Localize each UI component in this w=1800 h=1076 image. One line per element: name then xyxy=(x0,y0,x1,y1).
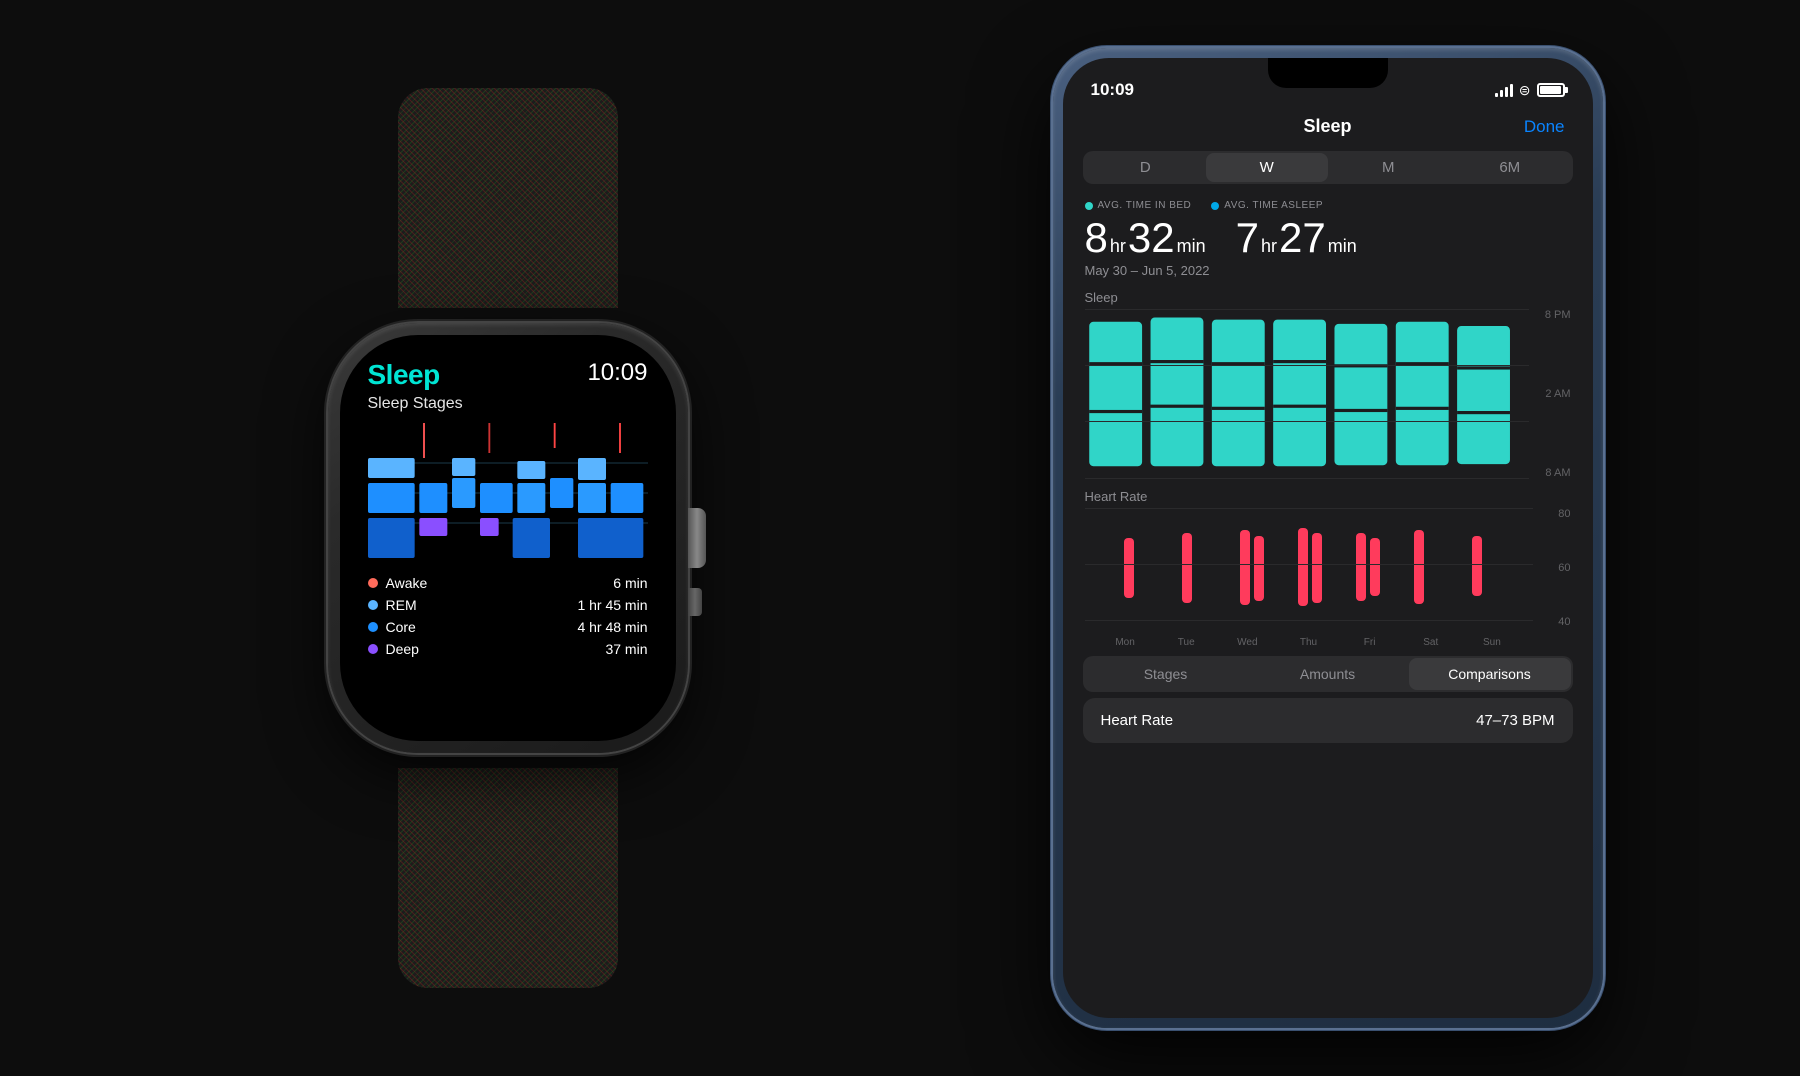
date-range: May 30 – Jun 5, 2022 xyxy=(1085,263,1571,278)
period-btn-6m[interactable]: 6M xyxy=(1449,153,1571,182)
in-bed-value: 8 hr 32 min xyxy=(1085,217,1206,259)
watch-sleep-chart xyxy=(368,423,648,563)
core-dot xyxy=(368,622,378,632)
sleep-chart-section: Sleep xyxy=(1063,286,1593,479)
asleep-hours: 7 xyxy=(1236,217,1259,259)
legend-rem: REM 1 hr 45 min xyxy=(368,597,648,613)
signal-bar-1 xyxy=(1495,93,1498,97)
asleep-dot xyxy=(1211,202,1219,210)
watch-time: 10:09 xyxy=(587,359,647,387)
hr-day-sat: Sat xyxy=(1400,637,1461,648)
heart-rate-chart-label: Heart Rate xyxy=(1085,489,1571,504)
phone-container: 10:09 ⊜ xyxy=(1053,48,1603,1028)
sleep-y-label-1: 8 PM xyxy=(1535,309,1571,321)
status-time: 10:09 xyxy=(1091,80,1134,100)
in-bed-indicator: AVG. TIME IN BED xyxy=(1085,200,1192,211)
asleep-label: AVG. TIME ASLEEP xyxy=(1224,200,1323,211)
watch-body: Sleep 10:09 Sleep Stages xyxy=(328,323,688,753)
legend-awake: Awake 6 min xyxy=(368,575,648,591)
done-button[interactable]: Done xyxy=(1524,117,1565,137)
sleep-y-label-2: 2 AM xyxy=(1535,388,1571,400)
asleep-indicator: AVG. TIME ASLEEP xyxy=(1211,200,1323,211)
in-bed-label: AVG. TIME IN BED xyxy=(1098,200,1192,211)
watch-band-bottom xyxy=(398,768,618,988)
signal-bar-2 xyxy=(1500,90,1503,97)
stats-row: 8 hr 32 min 7 hr 27 min xyxy=(1085,217,1571,259)
sleep-chart xyxy=(1085,309,1529,479)
heart-rate-card: Heart Rate 47–73 BPM xyxy=(1083,698,1573,743)
signal-bars-icon xyxy=(1495,83,1513,97)
awake-value: 6 min xyxy=(613,575,647,591)
watch-screen: Sleep 10:09 Sleep Stages xyxy=(340,335,676,741)
battery-icon xyxy=(1537,83,1565,97)
rem-dot xyxy=(368,600,378,610)
asleep-value: 7 hr 27 min xyxy=(1236,217,1357,259)
watch-legend: Awake 6 min REM 1 hr 45 min xyxy=(368,575,648,657)
core-value: 4 hr 48 min xyxy=(577,619,647,635)
card-title: Heart Rate xyxy=(1101,712,1174,729)
sleep-chart-label: Sleep xyxy=(1085,290,1571,305)
battery-fill xyxy=(1540,86,1562,94)
rem-label: REM xyxy=(386,597,417,613)
scene: Sleep 10:09 Sleep Stages xyxy=(0,0,1800,1076)
hr-day-fri: Fri xyxy=(1339,637,1400,648)
bottom-tabs: Stages Amounts Comparisons xyxy=(1083,656,1573,692)
app-header: Sleep Done xyxy=(1063,108,1593,145)
hr-day-mon: Mon xyxy=(1095,637,1156,648)
hr-day-sun: Sun xyxy=(1461,637,1522,648)
in-bed-minutes: 32 xyxy=(1128,217,1175,259)
in-bed-dot xyxy=(1085,202,1093,210)
period-btn-d[interactable]: D xyxy=(1085,153,1207,182)
hr-day-thu: Thu xyxy=(1278,637,1339,648)
hr-chart: Mon Tue Wed Thu Fri Sat Sun xyxy=(1085,508,1533,648)
hr-y-labels: 80 60 40 xyxy=(1533,508,1571,648)
in-bed-hours: 8 xyxy=(1085,217,1108,259)
hr-day-tue: Tue xyxy=(1156,637,1217,648)
in-bed-hr-unit: hr xyxy=(1110,236,1126,257)
app-title: Sleep xyxy=(1303,116,1351,137)
status-icons: ⊜ xyxy=(1495,82,1565,99)
legend-deep: Deep 37 min xyxy=(368,641,648,657)
stats-indicators: AVG. TIME IN BED AVG. TIME ASLEEP xyxy=(1085,200,1571,211)
sleep-y-labels: 8 PM 2 AM 8 AM xyxy=(1529,309,1571,479)
tab-stages[interactable]: Stages xyxy=(1085,658,1247,690)
watch-button xyxy=(688,588,702,616)
core-label: Core xyxy=(386,619,416,635)
wifi-icon: ⊜ xyxy=(1519,82,1531,99)
period-btn-w[interactable]: W xyxy=(1206,153,1328,182)
watch-container: Sleep 10:09 Sleep Stages xyxy=(198,88,818,988)
tab-comparisons[interactable]: Comparisons xyxy=(1409,658,1571,690)
hr-y-label-1: 80 xyxy=(1539,508,1571,520)
card-value: 47–73 BPM xyxy=(1476,712,1554,729)
heart-rate-chart-section: Heart Rate xyxy=(1063,485,1593,648)
deep-label: Deep xyxy=(386,641,419,657)
hr-day-wed: Wed xyxy=(1217,637,1278,648)
asleep-hr-unit: hr xyxy=(1261,236,1277,257)
legend-core: Core 4 hr 48 min xyxy=(368,619,648,635)
signal-bar-4 xyxy=(1510,84,1513,97)
awake-label: Awake xyxy=(386,575,428,591)
watch-title: Sleep xyxy=(368,359,440,391)
phone-screen: 10:09 ⊜ xyxy=(1063,58,1593,1018)
deep-value: 37 min xyxy=(605,641,647,657)
stats-section: AVG. TIME IN BED AVG. TIME ASLEEP 8 hr 3… xyxy=(1063,190,1593,286)
in-bed-min-unit: min xyxy=(1177,236,1206,257)
watch-crown xyxy=(688,508,706,568)
hr-y-label-3: 40 xyxy=(1539,616,1571,628)
period-selector: D W M 6M xyxy=(1083,151,1573,184)
hr-y-label-2: 60 xyxy=(1539,562,1571,574)
rem-value: 1 hr 45 min xyxy=(577,597,647,613)
deep-dot xyxy=(368,644,378,654)
tab-amounts[interactable]: Amounts xyxy=(1247,658,1409,690)
phone-notch xyxy=(1268,58,1388,88)
asleep-minutes: 27 xyxy=(1279,217,1326,259)
sleep-y-label-3: 8 AM xyxy=(1535,467,1571,479)
awake-dot xyxy=(368,578,378,588)
phone-body: 10:09 ⊜ xyxy=(1053,48,1603,1028)
asleep-min-unit: min xyxy=(1328,236,1357,257)
signal-bar-3 xyxy=(1505,87,1508,97)
watch-band-top xyxy=(398,88,618,308)
watch-subtitle: Sleep Stages xyxy=(368,395,648,413)
period-btn-m[interactable]: M xyxy=(1328,153,1450,182)
